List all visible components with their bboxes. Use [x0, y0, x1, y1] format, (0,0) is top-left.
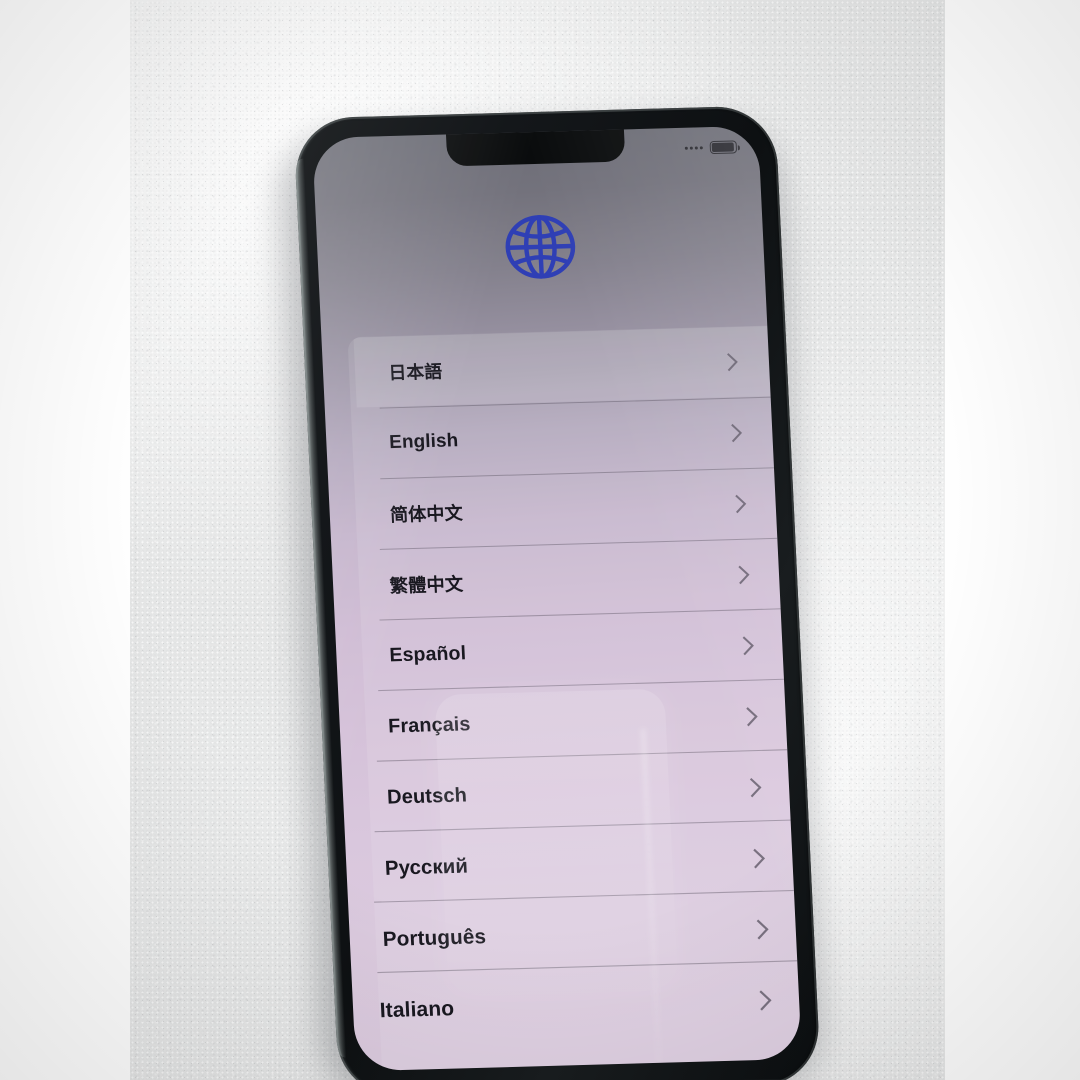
- header-icon-area: [316, 204, 765, 290]
- language-label: English: [388, 429, 459, 453]
- language-label: Français: [387, 713, 471, 738]
- chevron-right-icon: [751, 990, 772, 1011]
- language-label: Deutsch: [386, 784, 468, 809]
- language-list[interactable]: 日本語 English 简体中文 繁體中文 Español Français D…: [347, 325, 802, 1071]
- chevron-right-icon: [738, 707, 758, 727]
- chevron-right-icon: [742, 777, 762, 798]
- language-label: 简体中文: [389, 502, 464, 526]
- chevron-right-icon: [719, 353, 738, 372]
- chevron-right-icon: [730, 565, 750, 585]
- list-item[interactable]: English: [354, 397, 775, 479]
- globe-icon: [505, 215, 576, 279]
- language-label: Português: [382, 925, 487, 951]
- device-screen[interactable]: 日本語 English 简体中文 繁體中文 Español Français D…: [312, 125, 802, 1072]
- device-frame: 日本語 English 简体中文 繁體中文 Español Français D…: [293, 105, 822, 1080]
- list-item[interactable]: Italiano: [347, 960, 801, 1051]
- notch: [445, 127, 626, 167]
- chevron-right-icon: [727, 494, 747, 514]
- battery-icon: [709, 140, 738, 155]
- status-bar-right: [684, 140, 738, 155]
- language-label: Español: [388, 642, 467, 667]
- smartphone-device: 日本語 English 简体中文 繁體中文 Español Français D…: [277, 105, 824, 1080]
- language-label: Italiano: [379, 996, 455, 1023]
- chevron-right-icon: [723, 423, 743, 443]
- list-item[interactable]: 简体中文: [354, 467, 779, 550]
- chevron-right-icon: [735, 636, 754, 656]
- signal-dots-icon: [684, 146, 703, 150]
- chevron-right-icon: [748, 919, 769, 940]
- language-label: 日本語: [388, 361, 443, 384]
- product-photo: 日本語 English 简体中文 繁體中文 Español Français D…: [0, 0, 1080, 1080]
- chevron-right-icon: [745, 848, 766, 869]
- list-item[interactable]: 日本語: [353, 326, 771, 408]
- language-label: 繁體中文: [389, 573, 464, 597]
- battery-fill: [711, 142, 734, 152]
- language-label: Русский: [384, 854, 469, 880]
